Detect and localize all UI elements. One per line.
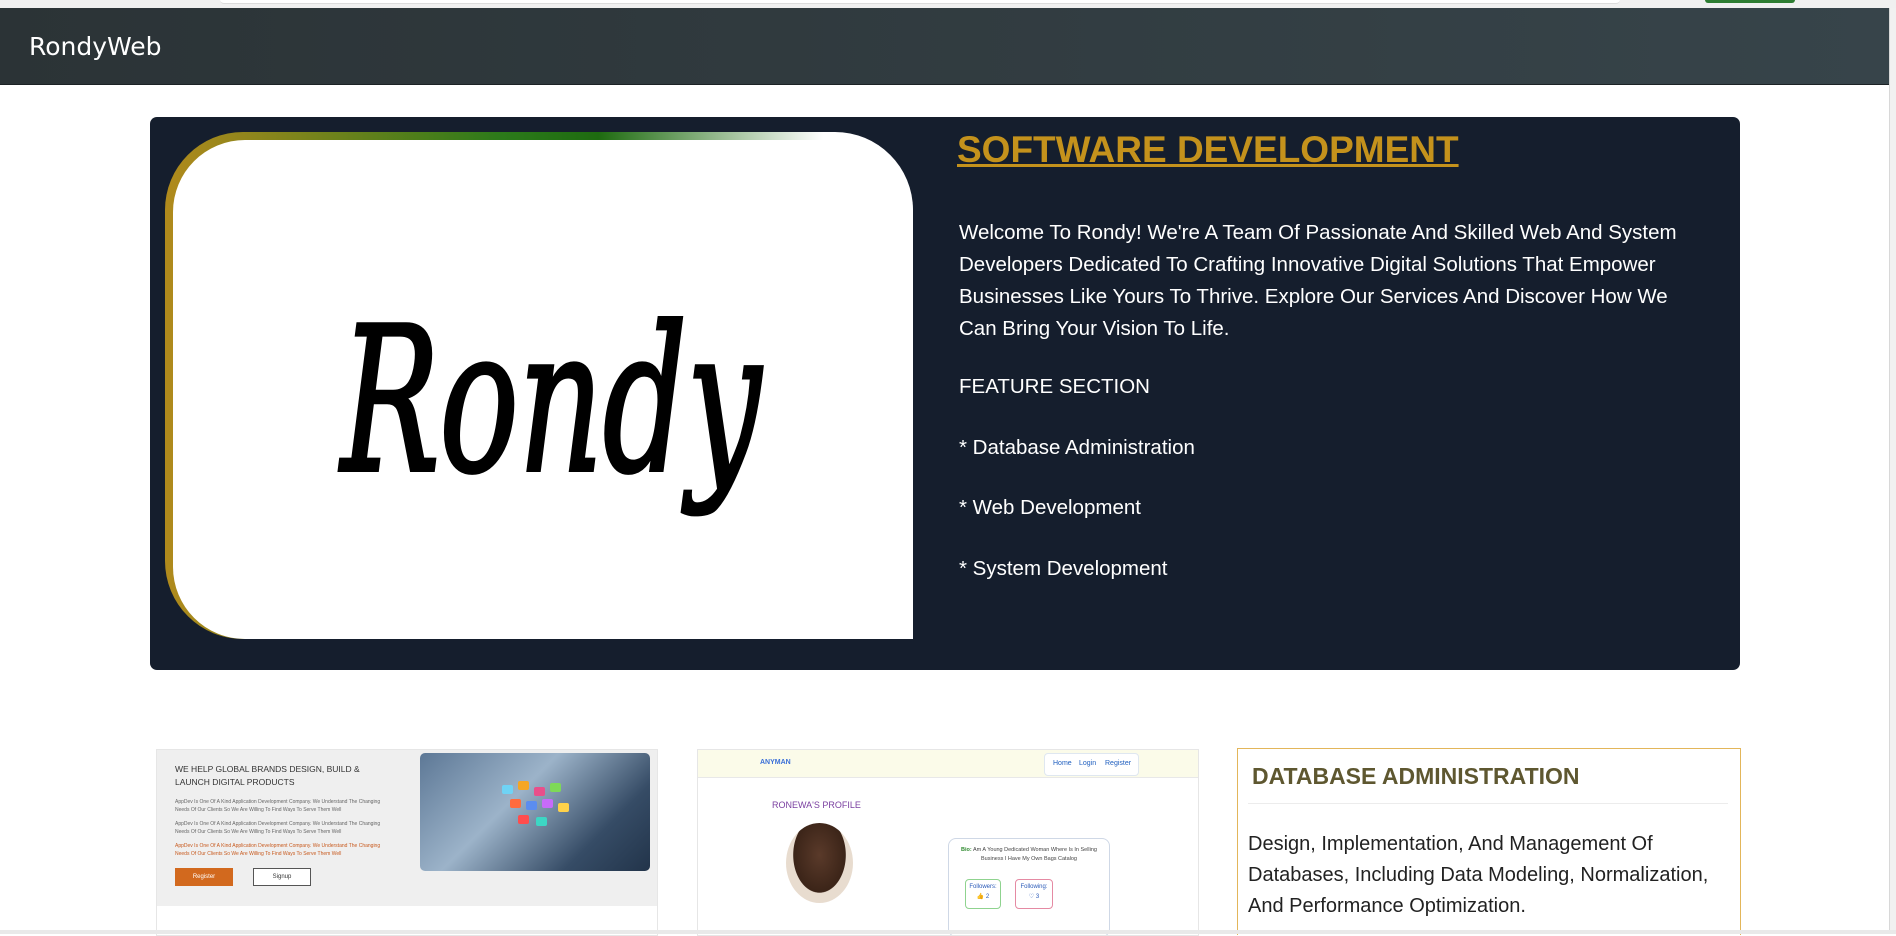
app-icon — [534, 787, 545, 796]
preview-nav-home: Home — [1053, 760, 1072, 767]
project-preview-appdev[interactable]: We Help Global Brands Design, Build & La… — [156, 749, 658, 936]
divider — [1248, 803, 1728, 804]
preview-line: AppDev Is One Of A Kind Application Deve… — [175, 843, 381, 857]
address-bar-edge — [220, 0, 1620, 4]
hero-section: Rondy SOFTWARE DEVELOPMENT Welcome To Ro… — [150, 117, 1740, 670]
logo-frame: Rondy — [165, 132, 913, 639]
preview-line: AppDev Is One Of A Kind Application Deve… — [175, 821, 381, 835]
service-card-title: DATABASE ADMINISTRATION — [1252, 763, 1580, 789]
service-card-body: Design, Implementation, And Management O… — [1248, 833, 1709, 917]
project-preview-anyman[interactable]: ANYMAN Home Login Register RONEWA'S PROF… — [697, 749, 1199, 936]
rondy-logo: Rondy — [336, 283, 765, 520]
preview-signup-button: Signup — [253, 868, 311, 886]
preview-nav: Home Login Register — [1044, 753, 1139, 776]
app-icon — [542, 799, 553, 808]
hero-description: Welcome To Rondy! We're A Team Of Passio… — [959, 221, 1677, 340]
vertical-scrollbar[interactable] — [1889, 8, 1896, 934]
app-icon — [502, 785, 513, 794]
feature-item-system: * System Development — [959, 557, 1168, 580]
navbar: RondyWeb — [0, 8, 1890, 85]
bio-label: Bio: — [961, 847, 972, 853]
following-label: Following: — [1020, 884, 1048, 890]
app-icon — [550, 783, 561, 792]
preview-line: AppDev Is One Of A Kind Application Deve… — [175, 799, 381, 813]
feature-heading: FEATURE SECTION — [959, 375, 1150, 398]
preview-bio: Bio: Am A Young Dedicated Woman Where Is… — [955, 846, 1103, 864]
following-box: Following: ♡ 3 — [1015, 879, 1053, 909]
preview-header: ANYMAN Home Login Register — [698, 750, 1198, 778]
preview-register-button: Register — [175, 868, 233, 886]
navbar-brand[interactable]: RondyWeb — [29, 32, 162, 61]
browser-top-strip — [0, 0, 1896, 8]
hero-title[interactable]: SOFTWARE DEVELOPMENT — [957, 129, 1459, 171]
preview-profile-card: Bio: Am A Young Dedicated Woman Where Is… — [948, 838, 1110, 935]
preview-profile-title: RONEWA'S PROFILE — [772, 800, 861, 810]
preview-title: We Help Global Brands Design, Build & La… — [175, 764, 360, 787]
app-icon — [518, 815, 529, 824]
preview-brand: ANYMAN — [760, 759, 791, 766]
service-card-database: DATABASE ADMINISTRATION Design, Implemen… — [1237, 748, 1741, 935]
preview-nav-register: Register — [1105, 760, 1132, 767]
preview-hero-band: We Help Global Brands Design, Build & La… — [157, 750, 657, 906]
window-bottom-edge — [0, 930, 1896, 934]
followers-box: Followers: 👍 2 — [965, 879, 1001, 909]
preview-hand-phone-image — [420, 753, 650, 871]
following-value: ♡ 3 — [1028, 894, 1040, 900]
feature-item-database: * Database Administration — [959, 436, 1195, 459]
app-icon — [536, 817, 547, 826]
avatar — [786, 823, 853, 903]
feature-item-web: * Web Development — [959, 496, 1141, 519]
preview-nav-login: Login — [1079, 760, 1097, 767]
app-icon — [518, 781, 529, 790]
green-tab-indicator — [1705, 0, 1795, 3]
app-icon — [510, 799, 521, 808]
followers-label: Followers: — [969, 884, 997, 890]
followers-value: 👍 2 — [976, 894, 990, 900]
bio-text: Am A Young Dedicated Woman Where Is In S… — [972, 847, 1097, 862]
logo-wordmark: Rondy — [338, 285, 763, 518]
logo-panel: Rondy — [173, 140, 913, 639]
app-icon — [558, 803, 569, 812]
app-icon — [526, 801, 537, 810]
